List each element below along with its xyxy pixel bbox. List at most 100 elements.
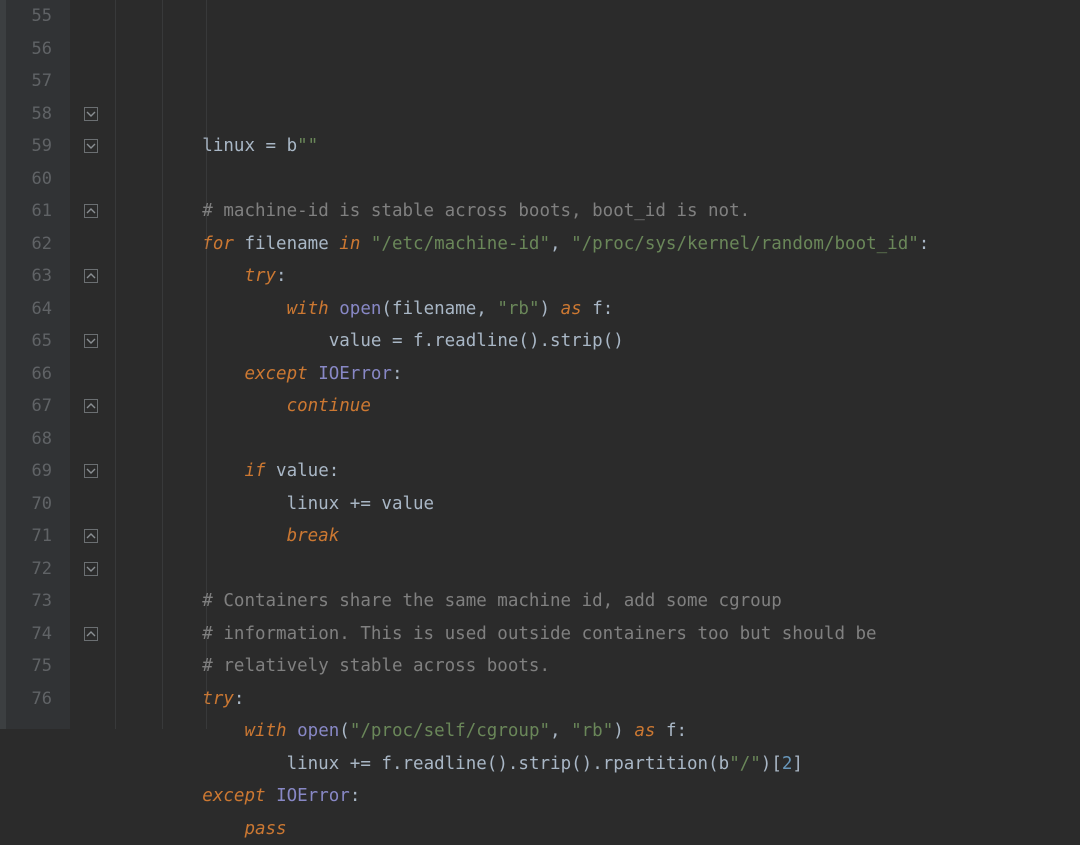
- code-line[interactable]: # machine-id is stable across boots, boo…: [118, 195, 929, 228]
- fold-open-icon[interactable]: [84, 107, 98, 121]
- fold-close-icon[interactable]: [84, 627, 98, 641]
- code-line[interactable]: pass: [118, 813, 929, 845]
- code-line[interactable]: with open(filename, "rb") as f:: [118, 293, 929, 326]
- line-number: 62: [6, 228, 52, 261]
- line-number: 65: [6, 325, 52, 358]
- line-number: 57: [6, 65, 52, 98]
- code-line[interactable]: for filename in "/etc/machine-id", "/pro…: [118, 228, 929, 261]
- code-line[interactable]: continue: [118, 390, 929, 423]
- fold-close-icon[interactable]: [84, 399, 98, 413]
- code-line[interactable]: linux += value: [118, 488, 929, 521]
- code-token: for: [202, 234, 244, 254]
- code-token: linux: [202, 136, 265, 156]
- code-token: strip: [550, 331, 603, 351]
- code-token: =: [392, 331, 413, 351]
- indent-guide: [206, 0, 207, 729]
- code-token: IOError: [318, 364, 392, 384]
- code-token: except: [202, 786, 276, 806]
- code-token: f: [666, 721, 677, 741]
- code-token: b: [719, 754, 730, 774]
- fold-column[interactable]: [70, 0, 116, 729]
- code-line[interactable]: with open("/proc/self/cgroup", "rb") as …: [118, 715, 929, 748]
- code-token: "/etc/machine-id": [371, 234, 550, 254]
- line-number: 61: [6, 195, 52, 228]
- code-token: "rb": [497, 299, 539, 319]
- code-line[interactable]: [118, 553, 929, 586]
- code-token: ,: [550, 234, 571, 254]
- code-token: # relatively stable across boots.: [202, 656, 550, 676]
- code-token: "/proc/sys/kernel/random/boot_id": [571, 234, 919, 254]
- code-token: ]: [792, 754, 803, 774]
- code-token: .: [508, 754, 519, 774]
- code-line[interactable]: break: [118, 520, 929, 553]
- code-token: if: [244, 461, 276, 481]
- code-token: ,: [476, 299, 497, 319]
- code-token: (): [518, 331, 539, 351]
- code-line[interactable]: if value:: [118, 455, 929, 488]
- code-token: except: [244, 364, 318, 384]
- code-line[interactable]: # information. This is used outside cont…: [118, 618, 929, 651]
- line-number: 69: [6, 455, 52, 488]
- code-token: pass: [244, 819, 286, 839]
- code-line[interactable]: [118, 423, 929, 456]
- code-token: )[: [761, 754, 782, 774]
- code-line[interactable]: try:: [118, 260, 929, 293]
- line-number: 64: [6, 293, 52, 326]
- code-token: =: [266, 136, 287, 156]
- line-number: 68: [6, 423, 52, 456]
- code-token: 2: [782, 754, 793, 774]
- code-line[interactable]: value = f.readline().strip(): [118, 325, 929, 358]
- code-line[interactable]: # relatively stable across boots.: [118, 650, 929, 683]
- code-line[interactable]: try:: [118, 683, 929, 716]
- code-token: rpartition: [603, 754, 708, 774]
- code-token: :: [603, 299, 614, 319]
- fold-open-icon[interactable]: [84, 334, 98, 348]
- code-line[interactable]: except IOError:: [118, 780, 929, 813]
- code-token: continue: [287, 396, 371, 416]
- line-number: 76: [6, 683, 52, 716]
- code-token: open: [339, 299, 381, 319]
- code-token: linux: [287, 754, 350, 774]
- code-line[interactable]: # Containers share the same machine id, …: [118, 585, 929, 618]
- code-token: :: [276, 266, 287, 286]
- fold-open-icon[interactable]: [84, 464, 98, 478]
- fold-close-icon[interactable]: [84, 529, 98, 543]
- line-number: 71: [6, 520, 52, 553]
- fold-open-icon[interactable]: [84, 562, 98, 576]
- line-number: 72: [6, 553, 52, 586]
- code-token: try: [244, 266, 276, 286]
- code-token: in: [339, 234, 371, 254]
- code-token: :: [234, 689, 245, 709]
- code-token: try: [202, 689, 234, 709]
- line-number: 58: [6, 98, 52, 131]
- code-token: (: [339, 721, 350, 741]
- line-number: 70: [6, 488, 52, 521]
- code-token: "rb": [571, 721, 613, 741]
- fold-open-icon[interactable]: [84, 139, 98, 153]
- code-token: f: [381, 754, 392, 774]
- code-token: +=: [350, 754, 382, 774]
- code-token: f: [592, 299, 603, 319]
- code-token: value: [381, 494, 434, 514]
- code-token: "/proc/self/cgroup": [350, 721, 550, 741]
- line-number: 55: [6, 0, 52, 33]
- code-token: :: [919, 234, 930, 254]
- code-token: readline: [403, 754, 487, 774]
- code-token: filename: [392, 299, 476, 319]
- fold-close-icon[interactable]: [84, 269, 98, 283]
- code-token: linux: [287, 494, 350, 514]
- code-token: "": [297, 136, 318, 156]
- line-number: 66: [6, 358, 52, 391]
- code-token: as: [634, 721, 666, 741]
- code-token: b: [287, 136, 298, 156]
- fold-close-icon[interactable]: [84, 204, 98, 218]
- code-area[interactable]: linux = b"" # machine-id is stable acros…: [116, 0, 929, 729]
- code-line[interactable]: [118, 163, 929, 196]
- line-number-gutter[interactable]: 5556575859606162636465666768697071727374…: [6, 0, 70, 729]
- code-line[interactable]: linux += f.readline().strip().rpartition…: [118, 748, 929, 781]
- code-line[interactable]: linux = b"": [118, 130, 929, 163]
- code-token: (): [571, 754, 592, 774]
- code-token: readline: [434, 331, 518, 351]
- code-editor[interactable]: 5556575859606162636465666768697071727374…: [0, 0, 1080, 729]
- code-line[interactable]: except IOError:: [118, 358, 929, 391]
